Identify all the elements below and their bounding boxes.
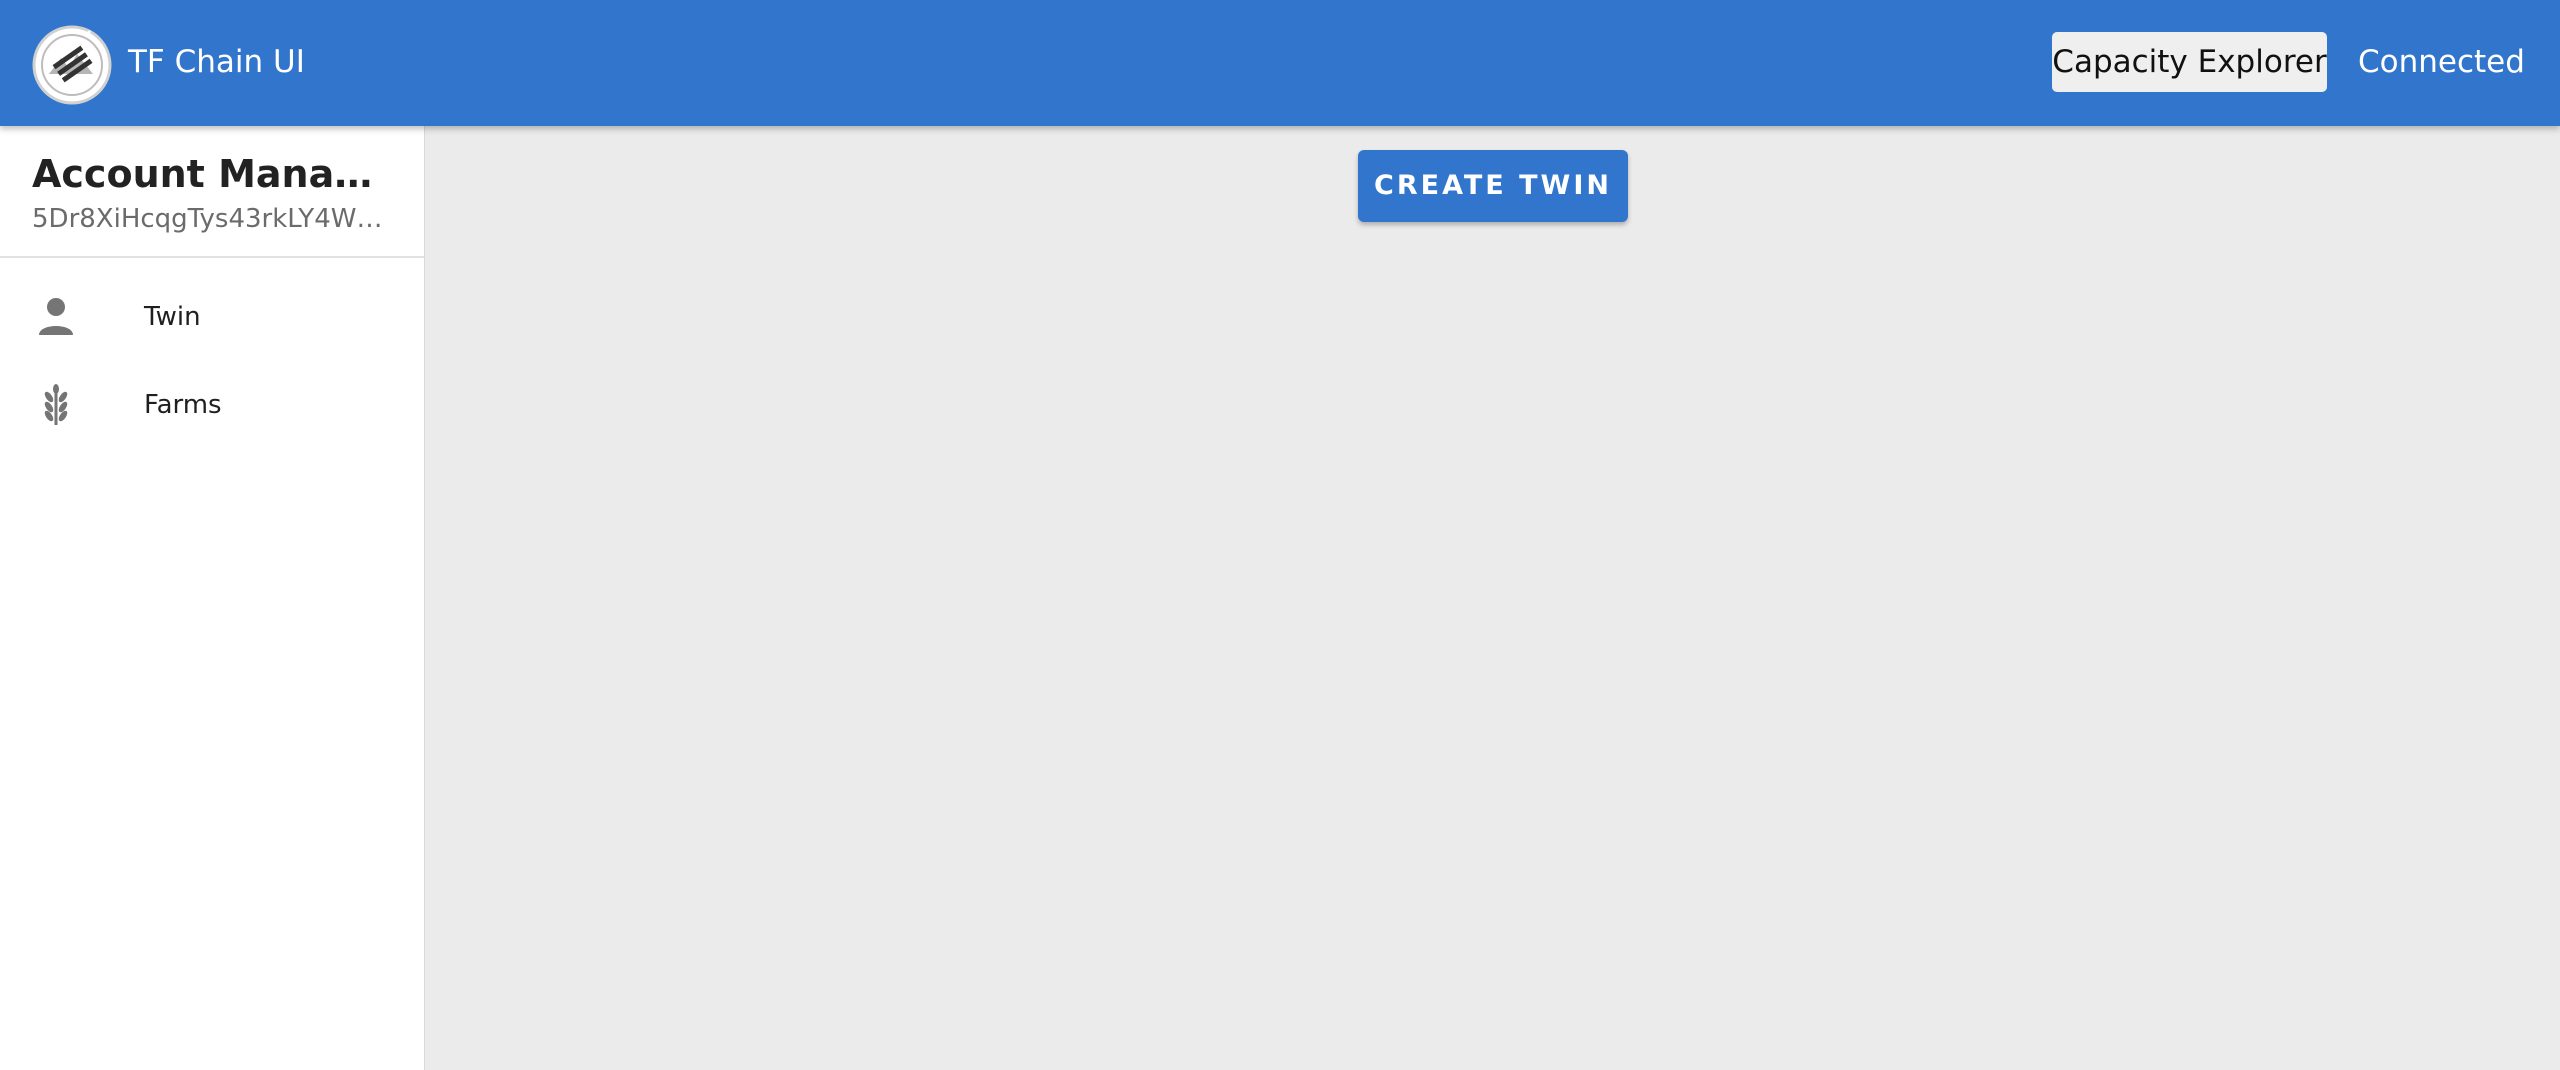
connection-status: Connected [2358, 44, 2525, 80]
account-address: 5Dr8XiHcqgTys43rkLY4Wd… [32, 204, 392, 234]
wheat-icon [44, 384, 68, 425]
account-title: Account Manage… [32, 152, 392, 196]
sidebar: Account Manage… 5Dr8XiHcqgTys43rkLY4Wd… … [0, 126, 425, 1070]
account-header: Account Manage… 5Dr8XiHcqgTys43rkLY4Wd… [0, 126, 424, 258]
sidebar-item-farms[interactable]: Farms [0, 361, 424, 449]
person-icon [39, 298, 73, 335]
capacity-explorer-button[interactable]: Capacity Explorer [2052, 32, 2327, 92]
tf-chain-logo-icon[interactable] [31, 24, 113, 106]
sidebar-item-twin[interactable]: Twin [0, 273, 424, 361]
sidebar-item-label: Twin [144, 302, 201, 332]
app-title: TF Chain UI [128, 44, 305, 80]
create-twin-button[interactable]: CREATE TWIN [1358, 150, 1628, 222]
sidebar-item-label: Farms [144, 390, 222, 420]
app-bar: TF Chain UI Capacity Explorer Connected [0, 0, 2560, 126]
